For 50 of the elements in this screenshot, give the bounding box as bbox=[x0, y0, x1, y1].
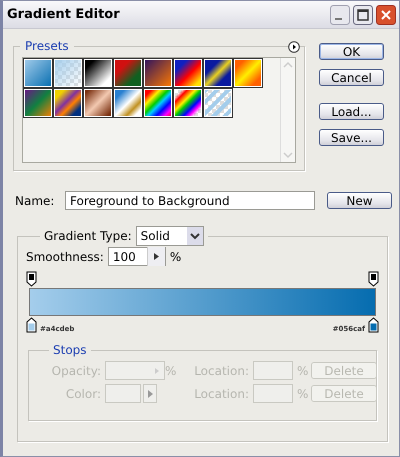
new-button[interactable]: New bbox=[327, 192, 392, 209]
cancel-button[interactable]: Cancel bbox=[319, 69, 384, 86]
gradient-swatch[interactable] bbox=[53, 58, 83, 88]
minimize-icon[interactable] bbox=[330, 4, 350, 24]
opacity-label: Opacity: bbox=[50, 364, 102, 378]
gradient-swatch[interactable] bbox=[23, 58, 53, 88]
smoothness-field[interactable]: 100 bbox=[108, 247, 166, 266]
gradient-swatch[interactable] bbox=[113, 88, 143, 118]
gradient-swatch[interactable] bbox=[53, 88, 83, 118]
gradient-swatch[interactable] bbox=[233, 58, 263, 88]
gradient-swatch[interactable] bbox=[113, 58, 143, 88]
gradient-swatch[interactable] bbox=[173, 88, 203, 118]
smoothness-label: Smoothness: bbox=[26, 250, 104, 264]
menu-icon[interactable] bbox=[288, 41, 300, 53]
arrow-icon bbox=[154, 253, 159, 260]
close-icon[interactable] bbox=[376, 4, 396, 24]
gradient-swatch[interactable] bbox=[83, 88, 113, 118]
arrow-icon bbox=[155, 368, 159, 374]
presets-label: Presets bbox=[24, 39, 70, 53]
opacity-stop-icon[interactable] bbox=[368, 271, 379, 287]
stops-label: Stops bbox=[52, 343, 88, 357]
gradient-swatch[interactable] bbox=[203, 88, 233, 118]
opacity-stop-icon[interactable] bbox=[26, 271, 37, 287]
gradient-swatch[interactable] bbox=[173, 58, 203, 88]
ok-button[interactable]: OK bbox=[319, 43, 384, 60]
percent-unit: % bbox=[296, 386, 310, 400]
percent-unit: % bbox=[170, 250, 182, 264]
maximize-icon[interactable] bbox=[353, 4, 373, 24]
gradient-swatch[interactable] bbox=[23, 88, 53, 118]
dropdown-caret-icon bbox=[186, 227, 203, 245]
percent-unit: % bbox=[165, 364, 178, 378]
location-label: Location: bbox=[193, 364, 250, 378]
arrow-icon bbox=[148, 390, 152, 398]
color-stop-icon[interactable] bbox=[368, 317, 379, 333]
window-title: Gradient Editor bbox=[7, 7, 120, 22]
color-picker-button[interactable] bbox=[143, 384, 157, 403]
gradient-swatch[interactable] bbox=[83, 58, 113, 88]
color-stop-icon[interactable] bbox=[26, 317, 37, 333]
gradient-swatch[interactable] bbox=[143, 88, 173, 118]
gradient-swatch[interactable] bbox=[203, 58, 233, 88]
name-label: Name: bbox=[15, 194, 56, 208]
gradient-swatch[interactable] bbox=[143, 58, 173, 88]
percent-unit: % bbox=[296, 364, 310, 378]
gradient-type-label: Gradient Type: bbox=[44, 229, 132, 243]
gradient-type-dropdown[interactable]: Solid bbox=[136, 226, 204, 246]
save-button[interactable]: Save... bbox=[319, 129, 384, 146]
color-label: Color: bbox=[64, 386, 102, 400]
load-button[interactable]: Load... bbox=[319, 103, 384, 120]
location-label: Location: bbox=[193, 386, 250, 400]
name-field[interactable]: Foreground to Background bbox=[65, 191, 315, 210]
